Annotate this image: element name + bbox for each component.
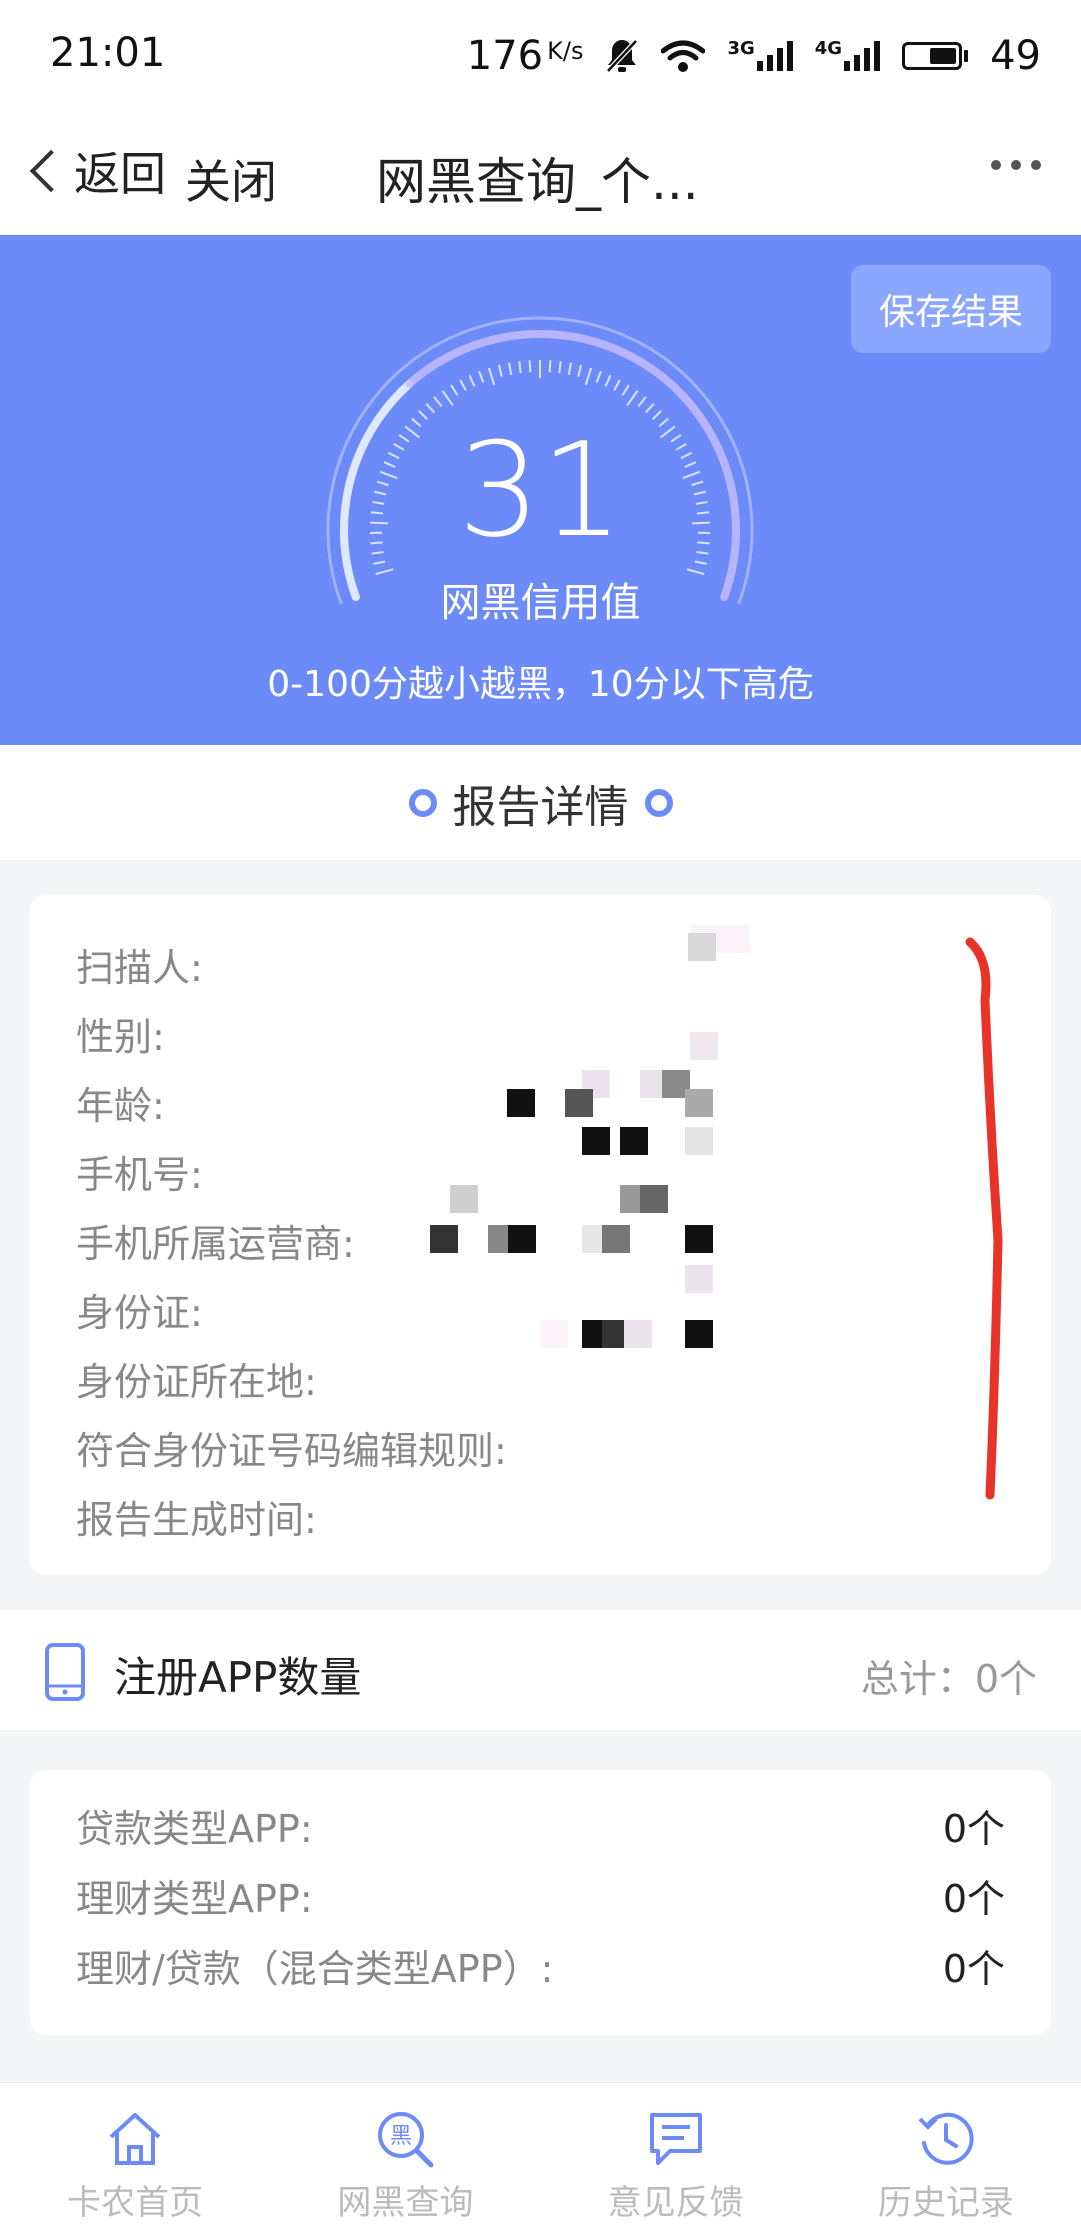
app-count-value: 0个	[942, 1806, 1005, 1851]
bottom-tab-bar: 卡农首页 黑 网黑查询 意见反馈 历史记录	[0, 2082, 1081, 2232]
app-counts-card: 贷款类型APP: 0个 理财类型APP: 0个 理财/贷款（混合类型APP）: 0个	[30, 1770, 1051, 2035]
tab-blacklist-search[interactable]: 黑 网黑查询	[270, 2083, 540, 2232]
home-icon	[109, 2113, 161, 2165]
apps-title: 注册APP数量	[114, 1653, 362, 1702]
tab-home[interactable]: 卡农首页	[0, 2083, 270, 2232]
tab-feedback[interactable]: 意见反馈	[541, 2083, 811, 2232]
apps-total: 总计：0个	[860, 1657, 1037, 1701]
blacklist-search-icon: 黑	[378, 2112, 434, 2168]
svg-text:黑: 黑	[390, 2124, 412, 2149]
app-count-row: 理财类型APP: 0个	[30, 1860, 1051, 1930]
app-count-row: 理财/贷款（混合类型APP）: 0个	[30, 1930, 1051, 2000]
phone-icon	[45, 1643, 85, 1701]
feedback-icon	[649, 2113, 702, 2165]
app-count-row: 贷款类型APP: 0个	[30, 1790, 1051, 1860]
app-count-value: 0个	[942, 1876, 1005, 1921]
history-icon	[918, 2112, 974, 2165]
app-count-value: 0个	[942, 1946, 1005, 1991]
registered-apps-header: 注册APP数量 总计：0个	[0, 1610, 1081, 1730]
tab-history[interactable]: 历史记录	[811, 2083, 1081, 2232]
